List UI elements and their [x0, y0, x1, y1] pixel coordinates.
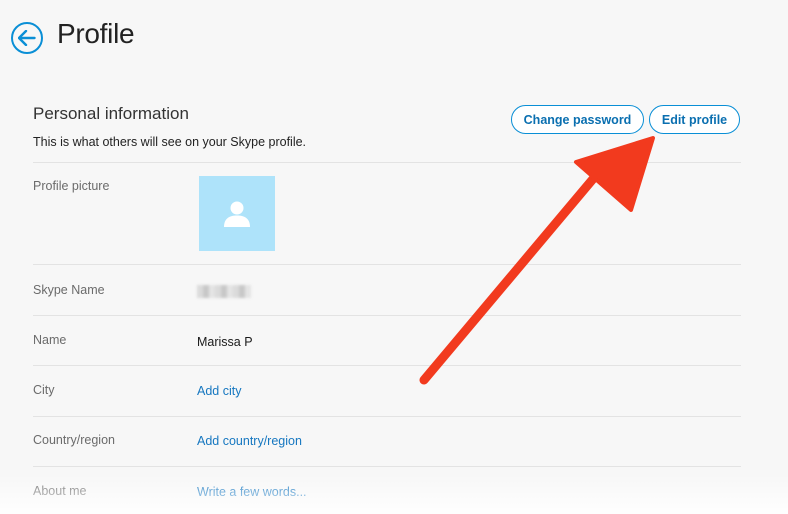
- write-about-link[interactable]: Write a few words...: [197, 485, 307, 499]
- name-label: Name: [33, 333, 67, 347]
- divider: [33, 315, 741, 316]
- divider: [33, 466, 741, 467]
- avatar[interactable]: [199, 176, 275, 251]
- country-label: Country/region: [33, 433, 115, 447]
- page-title: Profile: [57, 18, 135, 49]
- about-me-label: About me: [33, 484, 87, 498]
- profile-picture-label: Profile picture: [33, 179, 110, 193]
- skype-name-value-redacted: [197, 285, 251, 298]
- section-subtitle: This is what others will see on your Sky…: [33, 135, 307, 149]
- annotation-arrow: [419, 136, 655, 385]
- bottom-fade: [0, 474, 788, 514]
- divider: [33, 264, 741, 265]
- back-button[interactable]: [11, 22, 43, 54]
- skype-name-label: Skype Name: [33, 283, 105, 297]
- divider: [33, 416, 741, 417]
- user-placeholder-icon: [224, 201, 250, 227]
- back-arrow-icon: [18, 30, 36, 46]
- city-label: City: [33, 383, 55, 397]
- section-title: Personal information: [33, 104, 189, 123]
- edit-profile-button[interactable]: Edit profile: [649, 105, 740, 134]
- name-value: Marissa P: [197, 335, 253, 349]
- divider: [33, 162, 741, 163]
- divider: [33, 365, 741, 366]
- add-city-link[interactable]: Add city: [197, 384, 241, 398]
- add-country-link[interactable]: Add country/region: [197, 434, 302, 448]
- change-password-button[interactable]: Change password: [511, 105, 644, 134]
